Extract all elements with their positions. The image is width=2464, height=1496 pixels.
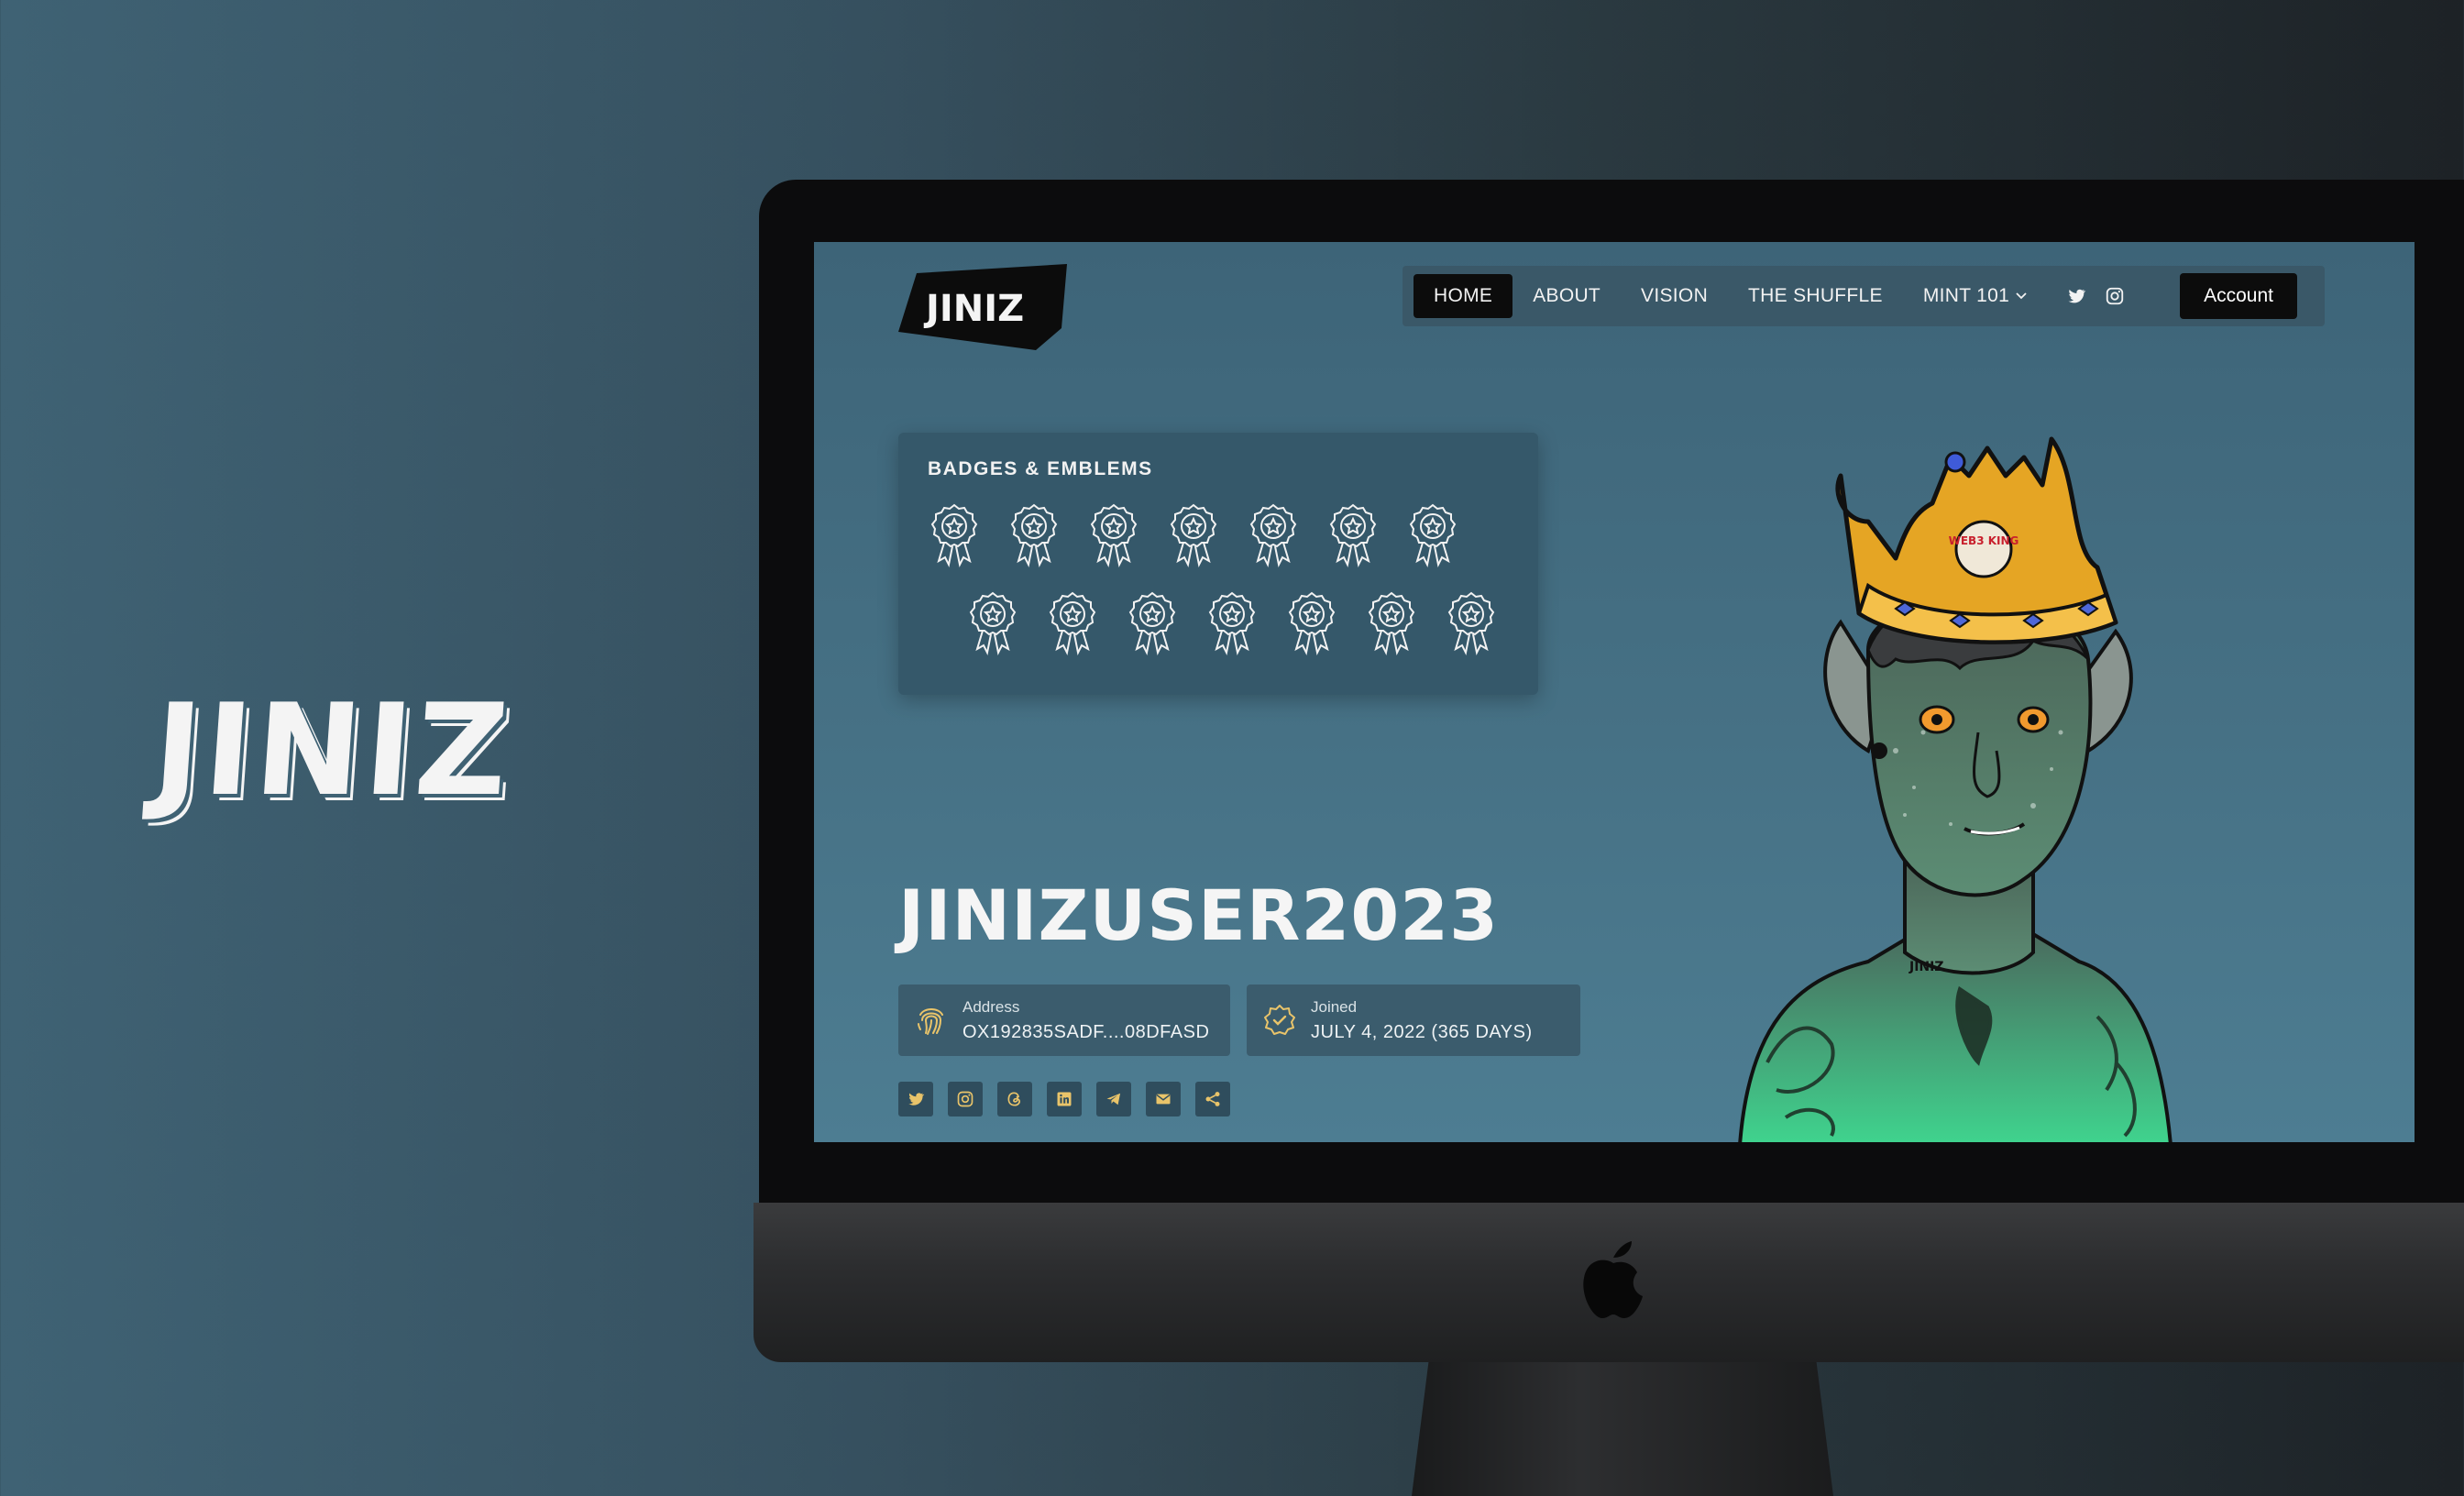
telegram-icon bbox=[1106, 1093, 1121, 1106]
threads-icon bbox=[1007, 1092, 1020, 1106]
twitter-icon bbox=[908, 1093, 925, 1106]
award-ribbon-icon[interactable] bbox=[1044, 590, 1101, 661]
screen: JINIZ HOME ABOUT VISION THE SHUFFLE MINT… bbox=[814, 242, 2414, 1142]
instagram-icon[interactable] bbox=[2105, 286, 2125, 306]
nav-home[interactable]: HOME bbox=[1414, 274, 1513, 318]
nav-mint-101-label: MINT 101 bbox=[1922, 285, 2010, 306]
crown-emblem-text: WEB3 KING bbox=[1949, 534, 2019, 547]
badges-title: BADGES & EMBLEMS bbox=[928, 458, 1153, 479]
site-logo[interactable]: JINIZ bbox=[898, 264, 1067, 350]
instagram-icon bbox=[957, 1091, 974, 1107]
social-share-button[interactable] bbox=[1195, 1082, 1230, 1116]
award-ribbon-icon[interactable] bbox=[964, 590, 1021, 661]
award-ribbon-icon[interactable] bbox=[1085, 502, 1142, 573]
social-mail-button[interactable] bbox=[1146, 1082, 1181, 1116]
address-card[interactable]: Address OX192835SADF....08DFASD bbox=[898, 984, 1230, 1056]
badges-panel: BADGES & EMBLEMS bbox=[898, 433, 1538, 695]
social-linkedin-button[interactable] bbox=[1047, 1082, 1082, 1116]
award-ribbon-icon[interactable] bbox=[1325, 502, 1381, 573]
award-ribbon-icon[interactable] bbox=[1006, 502, 1062, 573]
social-links bbox=[898, 1082, 1230, 1116]
award-ribbon-icon[interactable] bbox=[1124, 590, 1181, 661]
site-logo-text: JINIZ bbox=[923, 288, 1024, 330]
main-nav: HOME ABOUT VISION THE SHUFFLE MINT 101 A… bbox=[1402, 266, 2325, 326]
share-icon bbox=[1205, 1092, 1220, 1106]
nav-the-shuffle[interactable]: THE SHUFFLE bbox=[1728, 274, 1903, 318]
nav-about[interactable]: ABOUT bbox=[1512, 274, 1621, 318]
verified-check-icon bbox=[1264, 1005, 1295, 1035]
profile-username: JINIZUSER2023 bbox=[898, 874, 1499, 956]
mail-icon bbox=[1156, 1094, 1171, 1105]
award-ribbon-icon[interactable] bbox=[1404, 502, 1461, 573]
joined-value: JULY 4, 2022 (365 DAYS) bbox=[1311, 1021, 1533, 1042]
joined-label: Joined bbox=[1311, 997, 1358, 1016]
joined-card: Joined JULY 4, 2022 (365 DAYS) bbox=[1247, 984, 1580, 1056]
address-value: OX192835SADF....08DFASD bbox=[962, 1021, 1210, 1042]
logo-shape: JINIZ bbox=[898, 264, 1067, 350]
nav-vision[interactable]: VISION bbox=[1621, 274, 1728, 318]
social-instagram-button[interactable] bbox=[948, 1082, 983, 1116]
award-ribbon-icon[interactable] bbox=[1245, 502, 1302, 573]
apple-logo-icon bbox=[1583, 1241, 1643, 1318]
linkedin-icon bbox=[1057, 1092, 1072, 1106]
hero-logo: JINIZ bbox=[148, 676, 517, 824]
account-button[interactable]: Account bbox=[2180, 273, 2297, 319]
award-ribbon-icon[interactable] bbox=[1204, 590, 1260, 661]
badge-row bbox=[964, 590, 1500, 661]
award-ribbon-icon[interactable] bbox=[926, 502, 983, 573]
monitor-stand bbox=[1412, 1362, 1833, 1496]
chevron-down-icon bbox=[2016, 292, 2027, 300]
avatar-illustration: WEB3 KING JINIZ bbox=[1738, 436, 2172, 1142]
chest-tattoo-text: JINIZ bbox=[1908, 960, 1944, 974]
award-ribbon-icon[interactable] bbox=[1283, 590, 1340, 661]
address-label: Address bbox=[962, 997, 1020, 1016]
social-telegram-button[interactable] bbox=[1096, 1082, 1131, 1116]
badge-row bbox=[926, 502, 1461, 573]
social-threads-button[interactable] bbox=[997, 1082, 1032, 1116]
social-twitter-button[interactable] bbox=[898, 1082, 933, 1116]
fingerprint-icon bbox=[918, 1008, 943, 1035]
award-ribbon-icon[interactable] bbox=[1363, 590, 1420, 661]
award-ribbon-icon[interactable] bbox=[1443, 590, 1500, 661]
nav-mint-101[interactable]: MINT 101 bbox=[1903, 274, 2048, 318]
award-ribbon-icon[interactable] bbox=[1165, 502, 1222, 573]
twitter-icon[interactable] bbox=[2066, 286, 2086, 306]
